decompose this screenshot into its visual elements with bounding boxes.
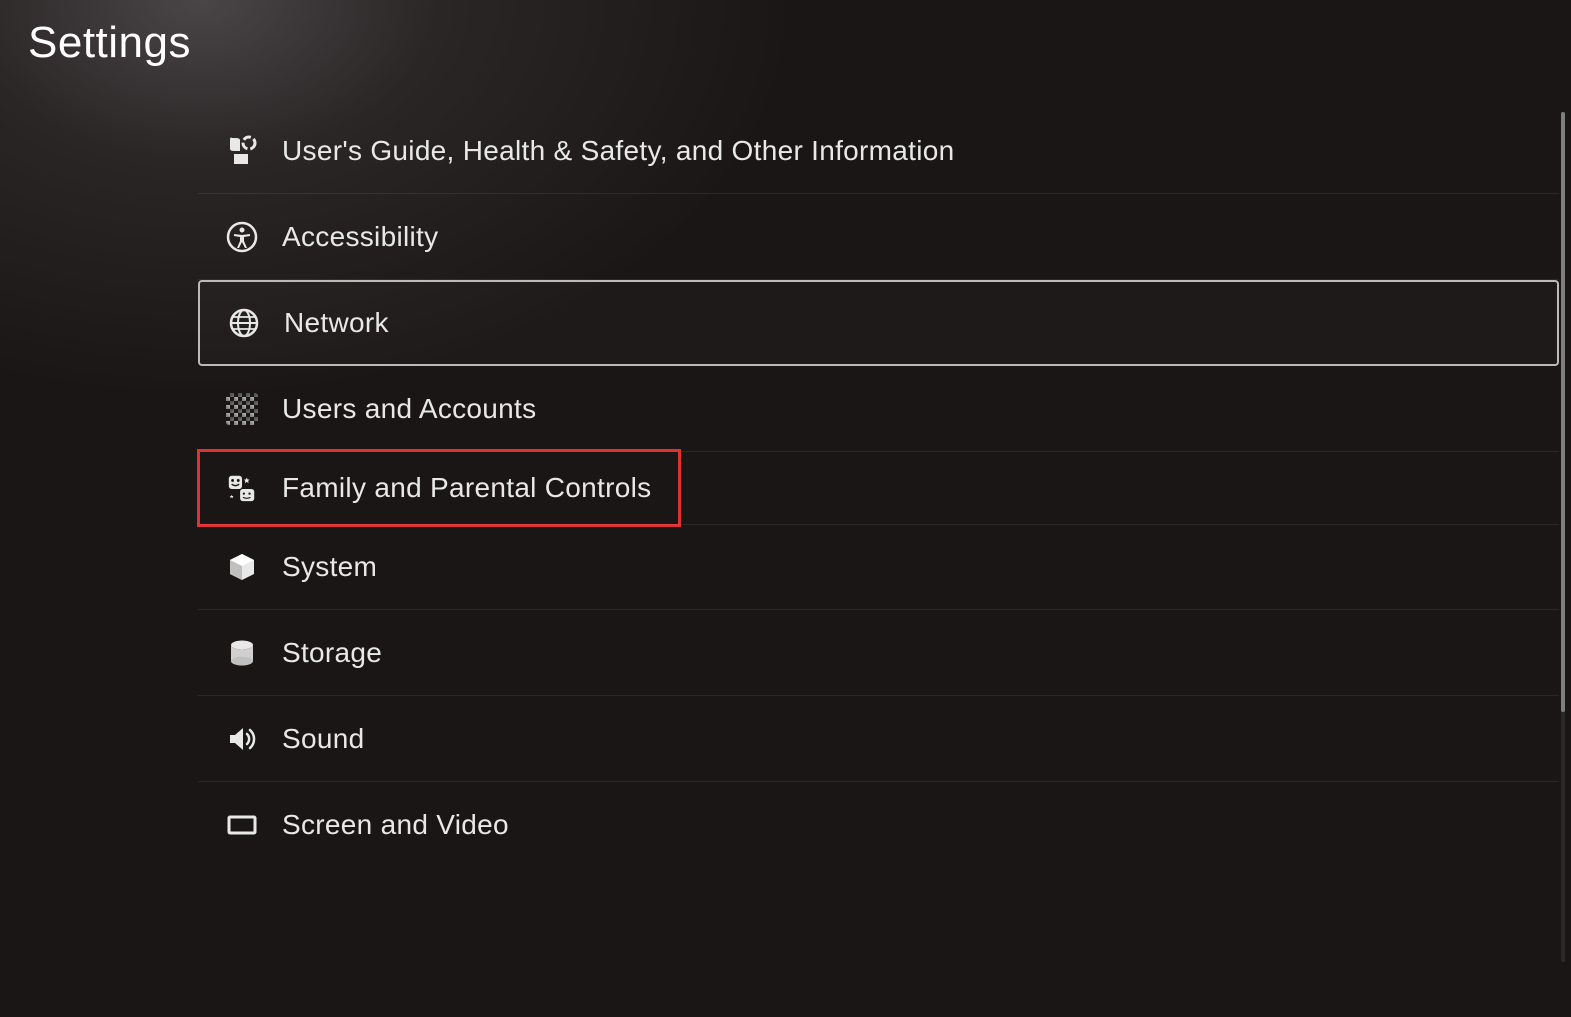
speaker-icon [224,721,260,757]
screen-icon [224,807,260,843]
scrollbar[interactable] [1561,112,1565,962]
settings-item-screen[interactable]: Screen and Video [198,782,1559,868]
page-title: Settings [28,18,191,68]
scrollbar-thumb[interactable] [1561,112,1565,712]
settings-item-label: Users and Accounts [282,393,536,425]
settings-item-label: Accessibility [282,221,438,253]
settings-item-label: Storage [282,637,382,669]
settings-item-label: System [282,551,377,583]
settings-item-sound[interactable]: Sound [198,696,1559,782]
storage-icon [224,635,260,671]
avatar-icon [224,391,260,427]
accessibility-icon [224,219,260,255]
settings-item-family[interactable]: Family and Parental Controls [198,450,680,526]
family-icon [224,470,260,506]
settings-item-label: User's Guide, Health & Safety, and Other… [282,135,955,167]
settings-item-users[interactable]: Users and Accounts [198,366,1559,452]
settings-item-storage[interactable]: Storage [198,610,1559,696]
settings-item-label: Network [284,307,389,339]
settings-list: User's Guide, Health & Safety, and Other… [198,108,1559,868]
cube-icon [224,549,260,585]
settings-item-network[interactable]: Network [198,280,1559,366]
globe-icon [226,305,262,341]
guide-icon [224,133,260,169]
settings-item-label: Family and Parental Controls [282,472,651,504]
settings-item-system[interactable]: System [198,524,1559,610]
settings-item-guide[interactable]: User's Guide, Health & Safety, and Other… [198,108,1559,194]
settings-item-accessibility[interactable]: Accessibility [198,194,1559,280]
settings-item-label: Screen and Video [282,809,509,841]
settings-item-label: Sound [282,723,364,755]
